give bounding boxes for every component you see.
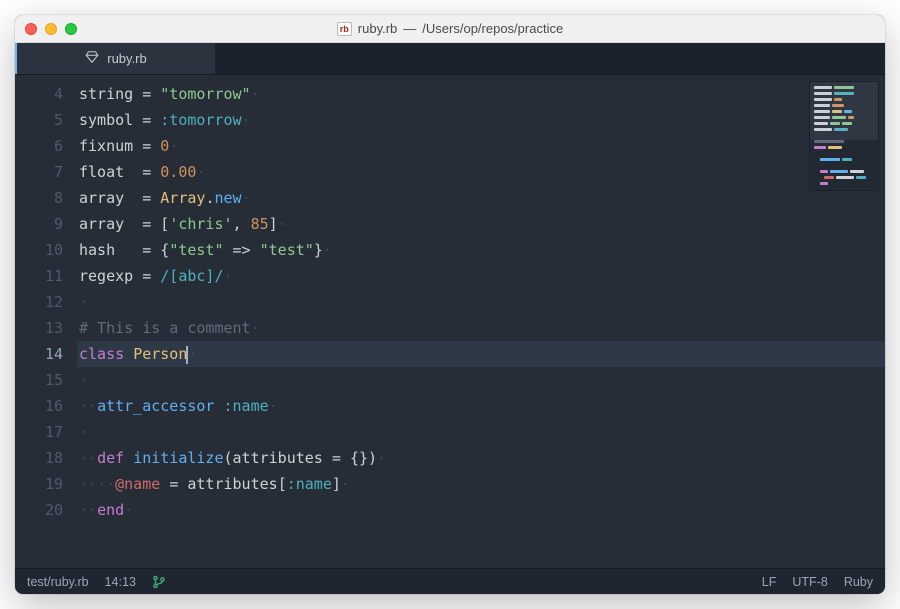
line-number: 4	[15, 81, 77, 107]
window-title-sep: —	[403, 21, 416, 36]
code-line[interactable]: regexp = /[abc]/·	[77, 263, 885, 289]
code-line[interactable]: ····@name = attributes[:name]·	[77, 471, 885, 497]
line-number: 11	[15, 263, 77, 289]
code-line[interactable]: array = Array.new·	[77, 185, 885, 211]
status-cursor-position[interactable]: 14:13	[105, 575, 136, 589]
status-file-path[interactable]: test/ruby.rb	[27, 575, 89, 589]
editor-window: rb ruby.rb — /Users/op/repos/practice ru…	[15, 15, 885, 594]
code-line[interactable]: fixnum = 0·	[77, 133, 885, 159]
minimap-viewport[interactable]	[810, 82, 878, 140]
code-line[interactable]: class Person·	[77, 341, 885, 367]
line-number-gutter: 4567891011121314151617181920	[15, 75, 77, 568]
code-line[interactable]: float = 0.00·	[77, 159, 885, 185]
tab-bar: ruby.rb	[15, 43, 885, 75]
code-line[interactable]: ·	[77, 289, 885, 315]
code-line[interactable]: array = ['chris', 85]·	[77, 211, 885, 237]
line-number: 9	[15, 211, 77, 237]
status-bar: test/ruby.rb 14:13 LF UTF-8 Ruby	[15, 568, 885, 594]
tab-ruby-rb[interactable]: ruby.rb	[15, 43, 215, 74]
status-line-ending[interactable]: LF	[762, 575, 777, 589]
window-title-filename: ruby.rb	[358, 21, 398, 36]
line-number: 5	[15, 107, 77, 133]
status-encoding[interactable]: UTF-8	[792, 575, 827, 589]
close-window-button[interactable]	[25, 23, 37, 35]
macos-titlebar: rb ruby.rb — /Users/op/repos/practice	[15, 15, 885, 43]
line-number: 17	[15, 419, 77, 445]
line-number: 10	[15, 237, 77, 263]
line-number: 14	[15, 341, 77, 367]
code-line[interactable]: hash = {"test" => "test"}·	[77, 237, 885, 263]
git-branch-icon[interactable]	[152, 575, 166, 589]
line-number: 7	[15, 159, 77, 185]
line-number: 16	[15, 393, 77, 419]
code-line[interactable]: ··attr_accessor :name·	[77, 393, 885, 419]
code-area[interactable]: string = "tomorrow"·symbol = :tomorrow·f…	[77, 75, 885, 568]
window-title: rb ruby.rb — /Users/op/repos/practice	[15, 21, 885, 36]
code-line[interactable]: symbol = :tomorrow·	[77, 107, 885, 133]
status-language[interactable]: Ruby	[844, 575, 873, 589]
line-number: 6	[15, 133, 77, 159]
code-editor[interactable]: 4567891011121314151617181920 string = "t…	[15, 75, 885, 568]
line-number: 12	[15, 289, 77, 315]
code-line[interactable]: # This is a comment·	[77, 315, 885, 341]
code-line[interactable]: ··def initialize(attributes = {})·	[77, 445, 885, 471]
code-line[interactable]: ·	[77, 419, 885, 445]
line-number: 18	[15, 445, 77, 471]
line-number: 15	[15, 367, 77, 393]
ruby-file-icon: rb	[337, 22, 352, 36]
ruby-diamond-icon	[85, 50, 99, 67]
line-number: 20	[15, 497, 77, 523]
window-title-path: /Users/op/repos/practice	[422, 21, 563, 36]
code-line[interactable]: string = "tomorrow"·	[77, 81, 885, 107]
code-line[interactable]: ·	[77, 367, 885, 393]
minimap[interactable]	[809, 81, 879, 191]
line-number: 13	[15, 315, 77, 341]
line-number: 8	[15, 185, 77, 211]
zoom-window-button[interactable]	[65, 23, 77, 35]
line-number: 19	[15, 471, 77, 497]
minimize-window-button[interactable]	[45, 23, 57, 35]
window-controls	[25, 23, 77, 35]
tab-label: ruby.rb	[107, 51, 147, 66]
code-line[interactable]: ··end·	[77, 497, 885, 523]
